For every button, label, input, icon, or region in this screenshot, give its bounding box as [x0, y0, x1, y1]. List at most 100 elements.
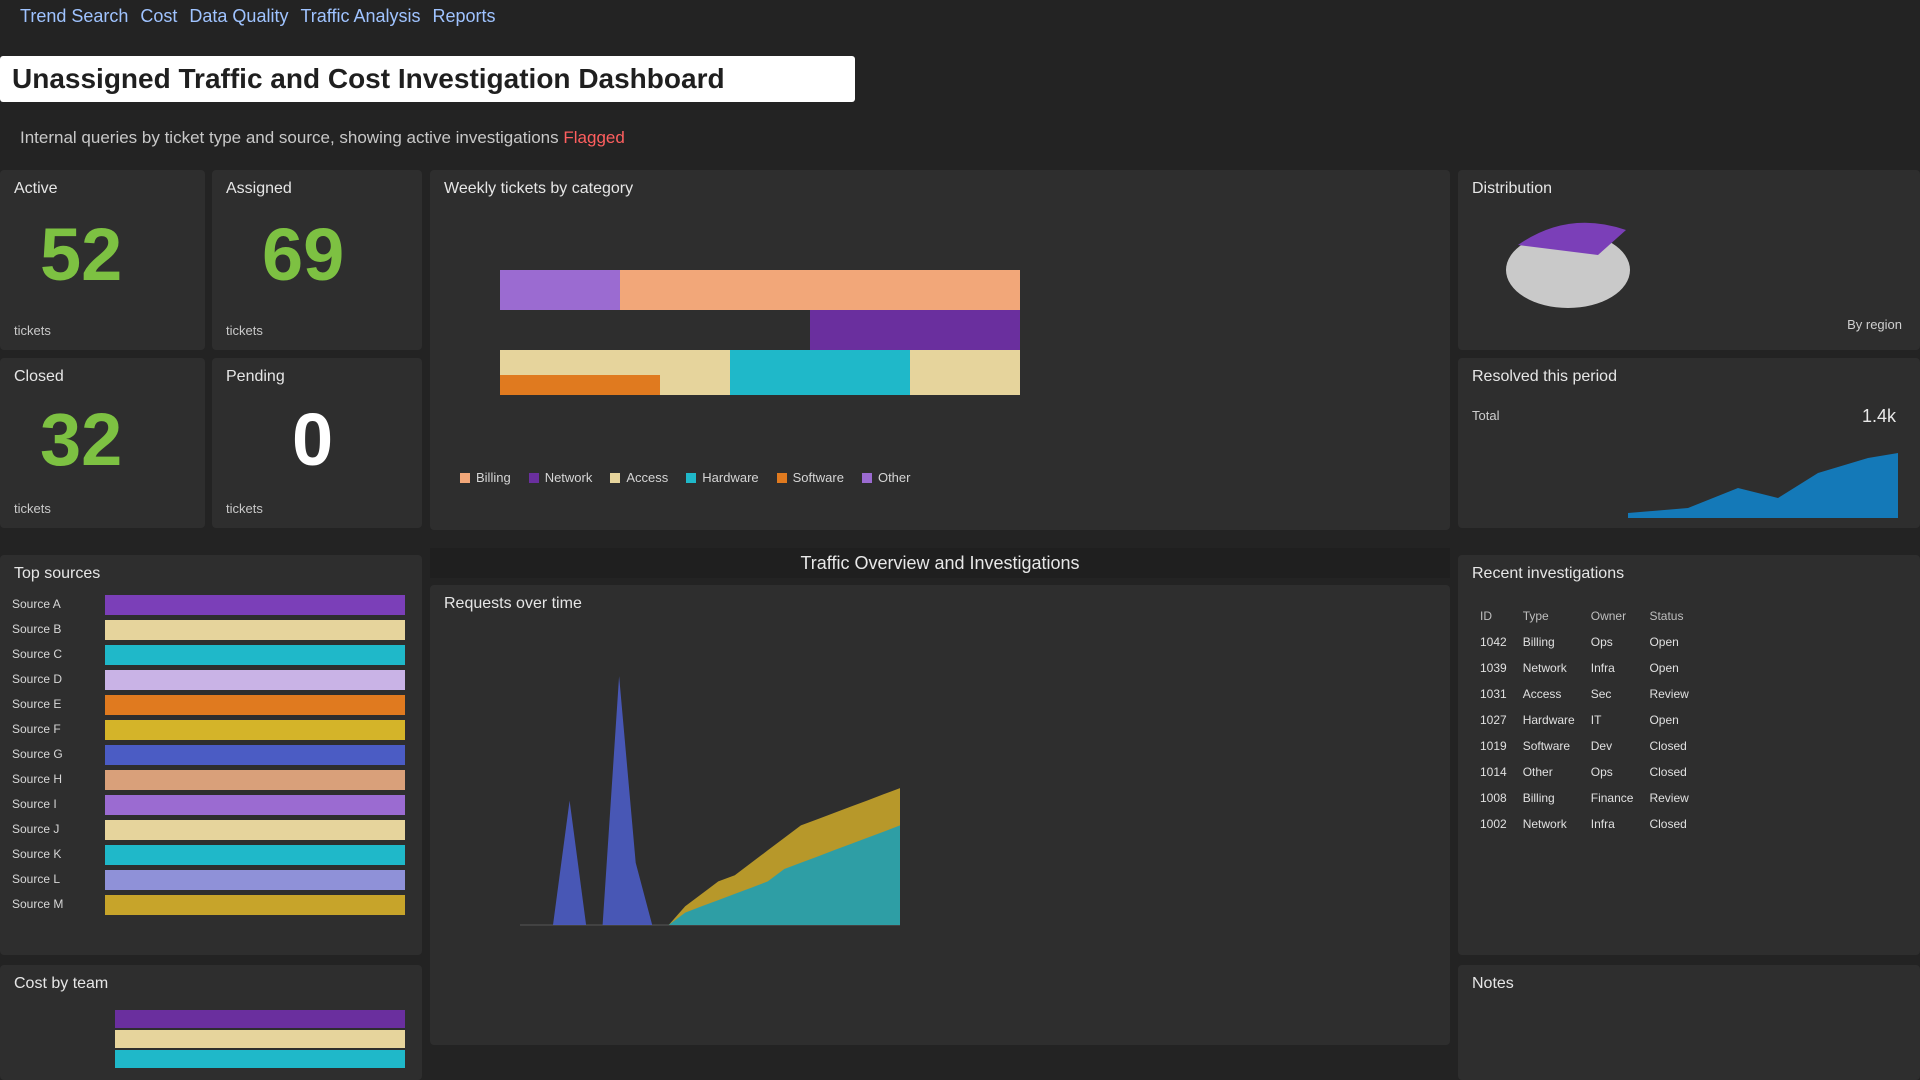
bottom-bar	[115, 1010, 405, 1028]
table-header-cell: ID	[1480, 609, 1492, 623]
table-cell: Open	[1649, 661, 1679, 675]
table-cell: Network	[1522, 817, 1567, 831]
legend-item: Access	[610, 470, 668, 485]
table-row[interactable]: 1008 Billing Finance Review	[1472, 785, 1697, 811]
table-row[interactable]: 1019 Software Dev Closed	[1472, 733, 1697, 759]
legend-label: Network	[544, 470, 593, 485]
dashboard-subtitle: Internal queries by ticket type and sour…	[20, 128, 625, 148]
table-header-row: ID Type Owner Status	[1472, 603, 1697, 629]
top-bar-2	[810, 310, 1020, 350]
table-cell: Review	[1649, 791, 1689, 805]
subtitle-text: Internal queries by ticket type and sour…	[20, 128, 559, 147]
table-cell: Closed	[1649, 817, 1687, 831]
table-cell: Ops	[1590, 765, 1613, 779]
bottom-left-panel: Cost by team	[0, 965, 422, 1080]
bar-label: Source I	[12, 797, 57, 811]
kpi-sub: tickets	[226, 501, 263, 516]
bar	[105, 745, 405, 765]
legend-label: Billing	[476, 470, 511, 485]
bar	[105, 820, 405, 840]
top-link-3[interactable]: Data Quality	[189, 6, 288, 27]
kpi-value: 32	[40, 398, 123, 481]
table-cell: Network	[1522, 661, 1567, 675]
bar-label: Source K	[12, 847, 62, 861]
bar-label: Source F	[12, 722, 61, 736]
table-cell: 1002	[1480, 817, 1507, 831]
table-panel: Recent investigations ID Type Owner Stat…	[1458, 555, 1920, 955]
table-cell: Open	[1649, 635, 1679, 649]
table-row[interactable]: 1042 Billing Ops Open	[1472, 629, 1697, 655]
table-row[interactable]: 1002 Network Infra Closed	[1472, 811, 1697, 837]
legend-item: Billing	[460, 470, 511, 485]
legend-swatch	[460, 472, 470, 483]
table-title: Recent investigations	[1472, 565, 1625, 582]
table-cell: 1039	[1480, 661, 1507, 675]
legend-item: Other	[861, 470, 911, 485]
kpi-sub: tickets	[14, 501, 51, 516]
table-row[interactable]: 1014 Other Ops Closed	[1472, 759, 1697, 785]
top-link-2[interactable]: Cost	[140, 6, 177, 27]
table-cell: Hardware	[1522, 713, 1575, 727]
bar-label: Source L	[12, 872, 61, 886]
table-cell: 1031	[1480, 687, 1507, 701]
section-banner: Traffic Overview and Investigations	[430, 548, 1450, 578]
table-cell: IT	[1590, 713, 1602, 727]
bar-label: Source H	[12, 772, 63, 786]
bar	[105, 720, 405, 740]
area-sparkline	[1628, 453, 1898, 518]
right-top-caption: By region	[1847, 317, 1902, 332]
main-chart-svg	[520, 676, 900, 926]
table-cell: Billing	[1522, 635, 1555, 649]
bar	[105, 695, 405, 715]
investigations-table: ID Type Owner Status 1042 Billing Ops Open 1…	[1472, 603, 1697, 837]
top-link-5[interactable]: Reports	[433, 6, 496, 27]
table-header-cell: Status	[1649, 609, 1684, 623]
bar-label: Source B	[12, 622, 62, 636]
table-row[interactable]: 1027 Hardware IT Open	[1472, 707, 1697, 733]
kpi-value: 52	[40, 213, 123, 296]
bar-label: Source E	[12, 697, 62, 711]
top-link-4[interactable]: Traffic Analysis	[300, 6, 420, 27]
table-cell: Access	[1522, 687, 1562, 701]
kpi-title: Closed	[14, 368, 64, 385]
bottom-right-panel: Notes	[1458, 965, 1920, 1080]
right-top-title: Distribution	[1472, 180, 1553, 197]
bar	[105, 670, 405, 690]
kpi-title: Active	[14, 180, 58, 197]
top-bar-3-seg2	[500, 375, 660, 395]
table-cell: 1019	[1480, 739, 1507, 753]
kpi-title: Assigned	[226, 180, 292, 197]
bar	[105, 770, 405, 790]
bars-panel-title: Top sources	[14, 565, 101, 582]
kpi-title: Pending	[226, 368, 285, 385]
top-bar-3-seg	[730, 350, 910, 395]
legend-swatch	[776, 472, 787, 483]
table-cell: Infra	[1590, 817, 1615, 831]
legend-label: Other	[877, 470, 911, 485]
bar	[105, 795, 405, 815]
table-cell: Finance	[1590, 791, 1634, 805]
right-mid-title: Resolved this period	[1472, 368, 1617, 385]
table-cell: Dev	[1590, 739, 1613, 753]
bar	[105, 870, 405, 890]
sparkline-area	[1628, 453, 1898, 518]
table-cell: 1042	[1480, 635, 1507, 649]
bar-label: Source J	[12, 822, 60, 836]
table-row[interactable]: 1039 Network Infra Open	[1472, 655, 1697, 681]
bottom-bar	[115, 1050, 405, 1068]
legend-swatch	[610, 472, 621, 483]
top-link-1[interactable]: Trend Search	[20, 6, 128, 27]
kpi-value: 0	[292, 398, 334, 481]
bar	[105, 645, 405, 665]
table-cell: Closed	[1649, 739, 1687, 753]
bar-label: Source M	[12, 897, 64, 911]
table-header-cell: Owner	[1590, 609, 1627, 623]
kpi-sub: tickets	[14, 323, 51, 338]
table-row[interactable]: 1031 Access Sec Review	[1472, 681, 1697, 707]
bars-panel: Top sources Source A Source B Source C Sour…	[0, 555, 422, 955]
legend-label: Access	[626, 470, 669, 485]
table-cell: Billing	[1522, 791, 1555, 805]
kpi-tile-active: Active 52 tickets	[0, 170, 205, 350]
right-mid-caption: Total	[1472, 408, 1500, 423]
table-cell: 1027	[1480, 713, 1507, 727]
